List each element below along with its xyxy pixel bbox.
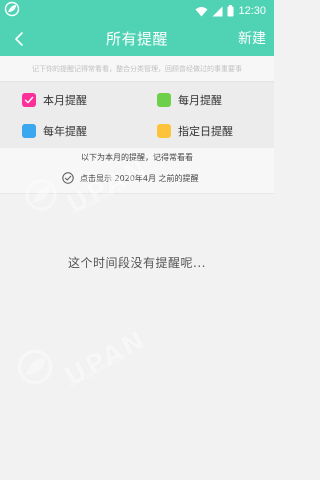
wifi-icon (195, 6, 208, 16)
hint-text: 记下你的提醒记得常看看，整合分类管理，回顾曾经做过的事重要事 (0, 56, 274, 82)
watermark-url: www.upantool.com (68, 350, 131, 390)
status-time: 12:30 (238, 5, 266, 17)
legend-specific-date[interactable]: 指定日提醒 (157, 122, 233, 140)
legend-label: 指定日提醒 (178, 125, 233, 138)
legend-monthly-this-month[interactable]: 本月提醒 (22, 91, 87, 109)
check-circle-icon (62, 172, 74, 184)
yellow-swatch-icon (157, 124, 171, 138)
new-reminder-button[interactable]: 新建 (238, 22, 266, 56)
reminder-type-legend: 本月提醒 每月提醒 每年提醒 指定日提醒 (0, 82, 274, 148)
legend-label: 本月提醒 (43, 94, 87, 107)
empty-state-text: 这个时间段没有提醒呢... (68, 256, 206, 270)
app-logo-icon (4, 1, 20, 17)
info-text: 以下为本月的提醒，记得常看看 (81, 153, 193, 162)
checkmark-icon (24, 96, 34, 104)
show-earlier-label: 点击显示 2020年4月 之前的提醒 (80, 173, 199, 183)
chevron-left-icon (15, 32, 23, 46)
status-icons: 12:30 (195, 3, 266, 19)
battery-icon (227, 5, 234, 17)
app-bar: 所有提醒 新建 (0, 22, 274, 56)
watermark: UPAN www.upantool.com (16, 318, 166, 418)
legend-label: 每月提醒 (178, 94, 222, 107)
watermark-logo-icon (17, 349, 53, 385)
pink-swatch-checked-icon (22, 93, 36, 107)
legend-every-month[interactable]: 每月提醒 (157, 91, 222, 109)
legend-every-year[interactable]: 每年提醒 (22, 122, 87, 140)
page-title: 所有提醒 (105, 30, 168, 48)
signal-icon (212, 6, 223, 16)
green-swatch-icon (157, 93, 171, 107)
legend-label: 每年提醒 (43, 125, 87, 138)
show-earlier-reminders[interactable]: 点击显示 2020年4月 之前的提醒 (62, 170, 199, 186)
status-bar: 12:30 (0, 0, 274, 22)
blue-swatch-icon (22, 124, 36, 138)
info-panel: 以下为本月的提醒，记得常看看 点击显示 2020年4月 之前的提醒 (0, 148, 274, 194)
watermark-text: UPAN (60, 324, 152, 393)
back-button[interactable] (6, 25, 32, 53)
